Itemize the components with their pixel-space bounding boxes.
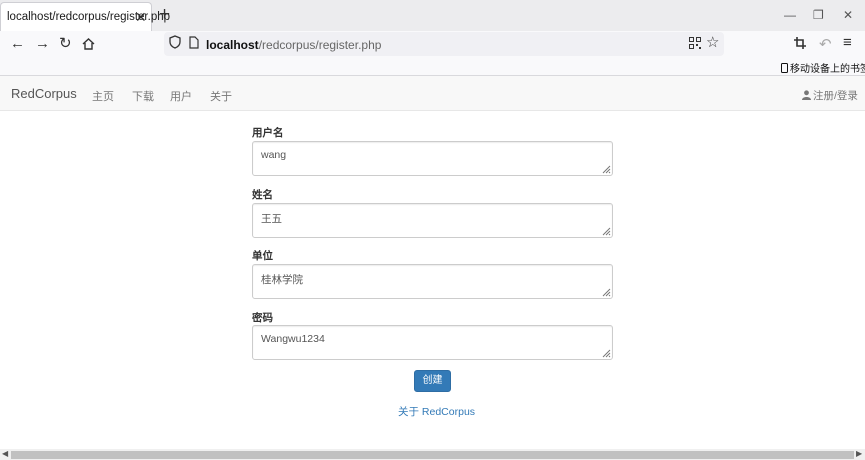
scrollbar-thumb[interactable] [11,451,854,459]
fullname-value: 王五 [261,213,282,225]
url-text[interactable]: localhost/redcorpus/register.php [206,38,381,52]
organization-value: 桂林学院 [261,274,303,286]
organization-field[interactable]: 桂林学院 [252,264,613,299]
site-navbar: RedCorpus 主页 下载 用户 关于 注册/登录 [0,76,865,111]
browser-tab[interactable]: localhost/redcorpus/register.php ✕ [0,2,170,31]
username-field[interactable]: wang [252,141,613,176]
resize-grip-icon[interactable] [601,226,611,236]
password-value: Wangwu1234 [261,333,325,345]
username-value: wang [261,149,287,161]
bookmarks-bar [0,57,865,76]
resize-grip-icon[interactable] [601,348,611,358]
shield-icon[interactable] [169,35,181,49]
register-login-label: 注册/登录 [813,90,858,102]
minimize-icon[interactable]: — [784,8,796,22]
password-field[interactable]: Wangwu1234 [252,325,613,360]
page-icon[interactable] [189,36,199,49]
nav-home[interactable]: 主页 [92,88,114,104]
register-login-link[interactable]: 注册/登录 [802,88,858,103]
crop-icon[interactable] [794,37,806,49]
user-icon [802,90,811,100]
undo-icon[interactable]: ↶ [819,35,832,53]
forward-icon[interactable]: → [35,35,50,52]
username-label: 用户名 [252,127,284,139]
close-window-icon[interactable]: ✕ [843,8,853,22]
new-tab-icon[interactable]: + [159,4,170,26]
fullname-label: 姓名 [252,189,273,201]
phone-icon [781,63,788,73]
scroll-left-icon[interactable]: ◀ [2,449,8,458]
nav-download[interactable]: 下载 [132,88,154,104]
reload-icon[interactable]: ↻ [59,34,72,52]
back-icon[interactable]: ← [10,35,25,52]
qr-code-icon[interactable] [689,37,701,49]
restore-icon[interactable]: ❐ [813,8,824,22]
resize-grip-icon[interactable] [601,287,611,297]
brand-link[interactable]: RedCorpus [11,86,77,101]
nav-users[interactable]: 用户 [170,88,192,104]
tab-close-icon[interactable]: ✕ [135,9,147,26]
resize-grip-icon[interactable] [601,164,611,174]
menu-icon[interactable]: ≡ [843,34,852,51]
nav-about[interactable]: 关于 [210,88,232,104]
create-button[interactable]: 创建 [414,370,451,392]
mobile-bookmarks[interactable]: 移动设备上的书签 [781,60,865,75]
mobile-bookmarks-label: 移动设备上的书签 [790,64,865,75]
fullname-field[interactable]: 王五 [252,203,613,238]
star-icon[interactable]: ☆ [706,33,719,51]
scroll-right-icon[interactable]: ▶ [856,449,862,458]
about-redcorpus-link[interactable]: 关于 RedCorpus [398,404,475,419]
password-label: 密码 [252,312,273,324]
home-icon[interactable] [82,38,95,50]
organization-label: 单位 [252,250,273,262]
